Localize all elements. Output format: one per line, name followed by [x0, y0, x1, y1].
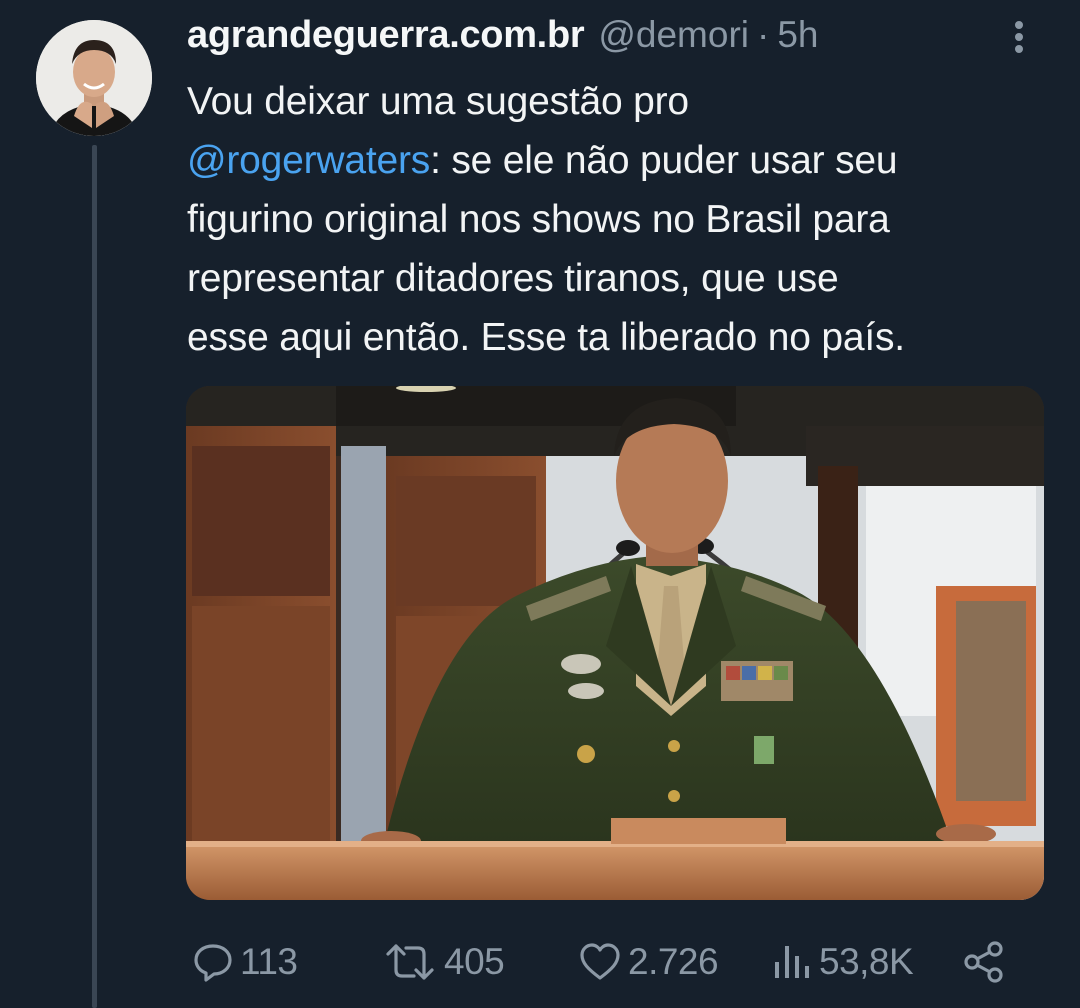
mention-link[interactable]: @rogerwaters	[187, 139, 430, 182]
timestamp[interactable]: 5h	[777, 14, 818, 56]
share-icon	[964, 941, 1003, 983]
tweet-actions: 113 405 2.726 53,8K	[186, 932, 1016, 992]
reply-icon	[194, 944, 232, 982]
display-name[interactable]: agrandeguerra.com.br	[187, 14, 585, 57]
tweet-media[interactable]	[186, 386, 1044, 900]
tweet-line: esse aqui então. Esse ta liberado no paí…	[187, 316, 905, 359]
reply-button[interactable]: 113	[192, 932, 298, 992]
more-vertical-icon[interactable]	[1004, 16, 1034, 58]
tweet-line: figurino original nos shows no Brasil pa…	[187, 198, 890, 241]
user-handle[interactable]: @demori	[598, 14, 749, 56]
retweet-icon	[386, 944, 434, 980]
views-icon	[775, 946, 809, 978]
tweet-text: Vou deixar uma sugestão pro @rogerwaters…	[187, 72, 1057, 367]
views-button[interactable]: 53,8K	[771, 932, 914, 992]
heart-icon	[580, 943, 620, 980]
retweet-button[interactable]: 405	[382, 932, 505, 992]
views-count: 53,8K	[819, 941, 914, 982]
retweet-count: 405	[444, 941, 505, 982]
thread-line	[92, 145, 97, 1008]
tweet-line: Vou deixar uma sugestão pro	[187, 80, 689, 123]
tweet-line-text: : se ele não puder usar seu	[430, 139, 898, 182]
share-button[interactable]	[962, 932, 1006, 992]
like-button[interactable]: 2.726	[578, 932, 719, 992]
tweet-header: agrandeguerra.com.br @demori · 5h	[187, 14, 818, 64]
avatar[interactable]	[36, 20, 152, 136]
tweet-line: representar ditadores tiranos, que use	[187, 257, 839, 300]
separator-dot: ·	[757, 14, 770, 55]
tweet: agrandeguerra.com.br @demori · 5h Vou de…	[0, 0, 1080, 1008]
photo-military-officer-at-podium	[186, 386, 1044, 900]
reply-count: 113	[240, 941, 298, 982]
avatar-image	[36, 20, 152, 136]
tweet-line: @rogerwaters: se ele não puder usar seu	[187, 131, 1057, 190]
like-count: 2.726	[628, 941, 719, 982]
